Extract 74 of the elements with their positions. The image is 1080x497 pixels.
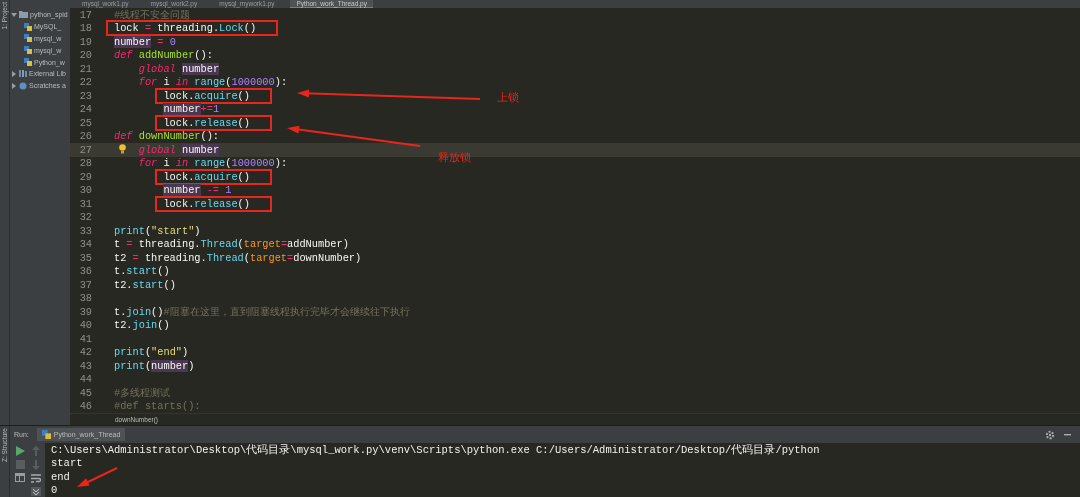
lightbulb-icon[interactable] <box>119 144 126 154</box>
code-line: t2.start() <box>114 278 176 291</box>
code-line: print("start") <box>114 224 201 237</box>
line-number: 23 <box>78 89 92 102</box>
code-line: for i in range(1000000): <box>138 157 288 170</box>
expanded-arrow-icon[interactable] <box>11 11 17 18</box>
console-output-line: C:\Users\Administrator\Desktop\代码目录\mysql_work.py\venv\Scripts\python.exe C:/Users/Administrator/Desktop/代码目录/python <box>51 444 820 458</box>
line-number: 32 <box>78 211 92 224</box>
layout-icon[interactable] <box>15 473 25 482</box>
code-line: #def starts(): <box>114 400 201 413</box>
code-line: number = 0 <box>114 35 176 48</box>
code-line: global number <box>138 143 220 156</box>
line-number: 36 <box>78 265 92 278</box>
code-line: t.start() <box>114 265 170 278</box>
code-line: print("end") <box>114 346 189 359</box>
line-number: 42 <box>78 346 92 359</box>
console-output-line: start <box>51 457 83 471</box>
annotation-arrow <box>77 467 118 487</box>
line-number: 39 <box>78 305 92 318</box>
python-file-icon <box>24 34 32 43</box>
scratch-icon <box>19 81 27 90</box>
line-number: 38 <box>78 292 92 305</box>
code-line: t = threading.Thread(target=addNumber) <box>114 238 349 251</box>
line-number: 24 <box>78 103 92 116</box>
collapsed-arrow-icon[interactable] <box>11 70 17 77</box>
line-number: 25 <box>78 116 92 129</box>
line-number: 21 <box>78 62 92 75</box>
code-line: global number <box>138 62 220 75</box>
line-number: 34 <box>78 238 92 251</box>
play-icon[interactable] <box>15 446 25 456</box>
line-number: 41 <box>78 332 92 345</box>
library-icon <box>19 70 27 78</box>
line-number: 17 <box>78 8 92 21</box>
code-line: def addNumber(): <box>114 49 213 62</box>
soft-wrap-icon[interactable] <box>31 474 41 483</box>
python-file-icon <box>24 58 32 67</box>
line-number: 45 <box>78 386 92 399</box>
line-number: 29 <box>78 170 92 183</box>
code-line: number+=1 <box>163 103 220 116</box>
line-number: 40 <box>78 319 92 332</box>
code-line: number -= 1 <box>163 184 232 197</box>
line-number: 30 <box>78 184 92 197</box>
line-number: 31 <box>78 197 92 210</box>
line-number: 37 <box>78 278 92 291</box>
scroll-to-end-icon[interactable] <box>31 487 41 496</box>
code-line: print(number) <box>114 359 195 372</box>
line-number: 20 <box>78 49 92 62</box>
collapsed-arrow-icon[interactable] <box>11 82 17 89</box>
code-line: for i in range(1000000): <box>138 76 288 89</box>
python-file-icon <box>24 46 32 55</box>
line-number: 28 <box>78 157 92 170</box>
code-line: #多线程测试 <box>114 386 171 399</box>
console-output-line: end <box>51 470 70 484</box>
line-number: 43 <box>78 359 92 372</box>
line-number: 18 <box>78 22 92 35</box>
line-number: 26 <box>78 130 92 143</box>
console-output-line: 0 <box>51 483 58 497</box>
code-line: t2.join() <box>114 319 170 332</box>
line-number: 27 <box>78 143 92 156</box>
line-number: 22 <box>78 76 92 89</box>
line-number: 35 <box>78 251 92 264</box>
folder-icon <box>19 11 28 19</box>
python-file-icon <box>24 22 32 31</box>
line-number: 33 <box>78 224 92 237</box>
line-number: 19 <box>78 35 92 48</box>
annotation-label: 释放锁 <box>438 150 471 165</box>
annotation-label: 上锁 <box>497 90 519 105</box>
line-number: 44 <box>78 373 92 386</box>
code-line: def downNumber(): <box>114 130 220 143</box>
code-line: #线程不安全问题 <box>114 8 191 21</box>
line-number: 46 <box>78 400 92 413</box>
python-file-icon <box>41 430 51 439</box>
settings-icon[interactable] <box>1045 429 1055 440</box>
code-line: t2 = threading.Thread(target=downNumber) <box>114 251 362 264</box>
